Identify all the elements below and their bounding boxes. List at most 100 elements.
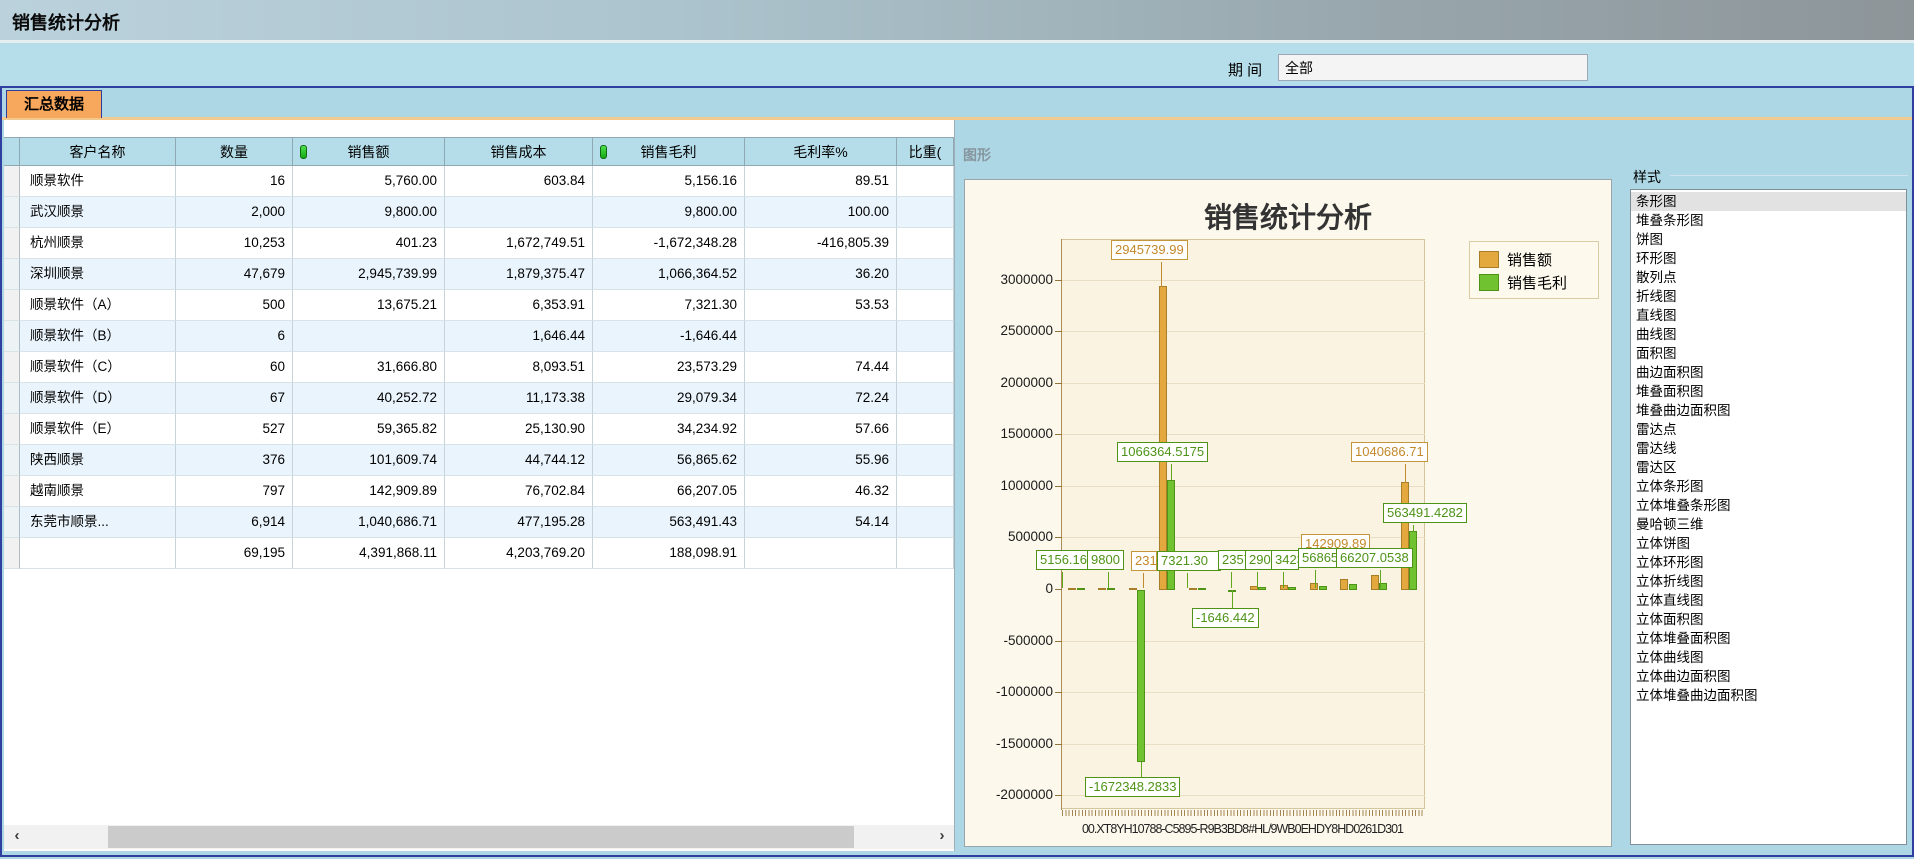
style-list-item[interactable]: 直线图 [1631, 306, 1906, 325]
chart-y-tick-label: 0 [977, 581, 1053, 596]
chart-data-label: 231 [1131, 551, 1157, 571]
table-cell: 顺景软件 [20, 166, 176, 197]
column-header[interactable]: 销售额 [293, 137, 445, 166]
style-list-item[interactable]: 堆叠曲边面积图 [1631, 401, 1906, 420]
table-row[interactable]: 深圳顺景47,6792,945,739.991,879,375.471,066,… [4, 259, 954, 290]
table-row[interactable]: 杭州顺景10,253401.231,672,749.51-1,672,348.2… [4, 228, 954, 259]
table-row[interactable]: 顺景软件（A）50013,675.216,353.917,321.3053.53 [4, 290, 954, 321]
style-list-item[interactable]: 堆叠条形图 [1631, 211, 1906, 230]
style-list-item[interactable]: 散列点 [1631, 268, 1906, 287]
table-cell: 深圳顺景 [20, 259, 176, 290]
row-indicator[interactable] [4, 414, 20, 445]
style-list-item[interactable]: 雷达点 [1631, 420, 1906, 439]
style-list-item[interactable]: 曼哈顿三维 [1631, 515, 1906, 534]
row-indicator[interactable] [4, 445, 20, 476]
style-list-item[interactable]: 立体堆叠曲边面积图 [1631, 686, 1906, 705]
table-cell: 6,353.91 [445, 290, 593, 321]
style-list-item[interactable]: 立体条形图 [1631, 477, 1906, 496]
horizontal-scrollbar[interactable]: ‹ › [4, 825, 954, 849]
style-list-item[interactable]: 曲边面积图 [1631, 363, 1906, 382]
chart-y-tick-label: 3000000 [977, 272, 1053, 287]
column-header[interactable]: 客户名称 [20, 137, 176, 166]
scroll-right-button[interactable]: › [929, 825, 955, 849]
chart-data-label: 29079 [1245, 550, 1272, 570]
table-row[interactable]: 顺景软件（B）61,646.44-1,646.44 [4, 321, 954, 352]
chart-data-label: 9800 [1087, 550, 1124, 570]
chart-x-axis-ticks [1062, 810, 1425, 816]
column-header[interactable]: 比重( [897, 137, 954, 166]
period-input[interactable] [1278, 54, 1588, 81]
style-list-item[interactable]: 环形图 [1631, 249, 1906, 268]
table-cell [897, 414, 954, 445]
table-row[interactable]: 顺景软件（C）6031,666.808,093.5123,573.2974.44 [4, 352, 954, 383]
style-list-item[interactable]: 立体面积图 [1631, 610, 1906, 629]
row-indicator[interactable] [4, 197, 20, 228]
style-list-item[interactable]: 立体折线图 [1631, 572, 1906, 591]
row-indicator[interactable] [4, 321, 20, 352]
chart-data-label: -1646.442 [1192, 608, 1259, 628]
row-indicator[interactable] [4, 259, 20, 290]
table-row[interactable]: 越南顺景797142,909.8976,702.8466,207.0546.32 [4, 476, 954, 507]
table-row[interactable]: 陕西顺景376101,609.7444,744.1256,865.6255.96 [4, 445, 954, 476]
column-header[interactable]: 毛利率% [745, 137, 897, 166]
row-indicator[interactable] [4, 476, 20, 507]
style-list-item[interactable]: 折线图 [1631, 287, 1906, 306]
chart-bar [1319, 586, 1327, 590]
chart-style-listbox[interactable]: 条形图堆叠条形图饼图环形图散列点折线图直线图曲线图面积图曲边面积图堆叠面积图堆叠… [1630, 189, 1907, 845]
chart-y-tick-label: 500000 [977, 529, 1053, 544]
style-list-item[interactable]: 立体直线图 [1631, 591, 1906, 610]
table-cell: -416,805.39 [745, 228, 897, 259]
table-cell: 67 [176, 383, 293, 414]
row-indicator[interactable] [4, 383, 20, 414]
table-cell: 40,252.72 [293, 383, 445, 414]
chart-bar [1340, 579, 1348, 589]
style-list-item[interactable]: 面积图 [1631, 344, 1906, 363]
style-groupbox-line [1670, 175, 1908, 176]
column-header[interactable]: 数量 [176, 137, 293, 166]
style-list-item[interactable]: 立体环形图 [1631, 553, 1906, 572]
row-indicator[interactable] [4, 166, 20, 197]
table-cell: 陕西顺景 [20, 445, 176, 476]
table-row[interactable]: 东莞市顺景...6,9141,040,686.71477,195.28563,4… [4, 507, 954, 538]
table-row[interactable]: 69,1954,391,868.114,203,769.20188,098.91 [4, 538, 954, 569]
column-header[interactable]: 销售毛利 [593, 137, 745, 166]
scrollbar-thumb[interactable] [108, 826, 854, 848]
style-list-item[interactable]: 立体曲线图 [1631, 648, 1906, 667]
chart-y-tick [1055, 795, 1062, 796]
style-list-item[interactable]: 堆叠面积图 [1631, 382, 1906, 401]
style-list-item[interactable]: 条形图 [1631, 192, 1906, 211]
row-indicator[interactable] [4, 507, 20, 538]
tab-summary-data[interactable]: 汇总数据 [6, 90, 102, 118]
table-row[interactable]: 武汉顺景2,0009,800.009,800.00100.00 [4, 197, 954, 228]
chart-y-tick [1055, 383, 1062, 384]
style-list-item[interactable]: 立体堆叠条形图 [1631, 496, 1906, 515]
table-cell: 1,066,364.52 [593, 259, 745, 290]
row-indicator[interactable] [4, 290, 20, 321]
style-list-item[interactable]: 立体曲边面积图 [1631, 667, 1906, 686]
table-row[interactable]: 顺景软件（D）6740,252.7211,173.3829,079.3472.2… [4, 383, 954, 414]
style-list-item[interactable]: 雷达区 [1631, 458, 1906, 477]
chart-gridline [1062, 486, 1425, 487]
style-list-item[interactable]: 雷达线 [1631, 439, 1906, 458]
style-list-item[interactable]: 立体饼图 [1631, 534, 1906, 553]
chart-bar [1371, 575, 1379, 590]
table-cell: 54.14 [745, 507, 897, 538]
table-row[interactable]: 顺景软件（E）52759,365.8225,130.9034,234.9257.… [4, 414, 954, 445]
table-row[interactable]: 顺景软件165,760.00603.845,156.1689.51 [4, 166, 954, 197]
table-cell: 顺景软件（D） [20, 383, 176, 414]
table-cell: 5,760.00 [293, 166, 445, 197]
scroll-left-button[interactable]: ‹ [4, 825, 30, 849]
table-cell [897, 228, 954, 259]
column-marker-icon [300, 145, 307, 159]
period-label: 期 间 [1228, 59, 1262, 80]
style-list-item[interactable]: 立体堆叠面积图 [1631, 629, 1906, 648]
table-cell: 527 [176, 414, 293, 445]
chart-label-stem [1413, 525, 1414, 532]
summary-table: 客户名称数量销售额销售成本销售毛利毛利率%比重( 顺景软件165,760.006… [4, 120, 955, 851]
column-header[interactable]: 销售成本 [445, 137, 593, 166]
row-indicator[interactable] [4, 538, 20, 569]
row-indicator[interactable] [4, 228, 20, 259]
row-indicator[interactable] [4, 352, 20, 383]
style-list-item[interactable]: 饼图 [1631, 230, 1906, 249]
style-list-item[interactable]: 曲线图 [1631, 325, 1906, 344]
